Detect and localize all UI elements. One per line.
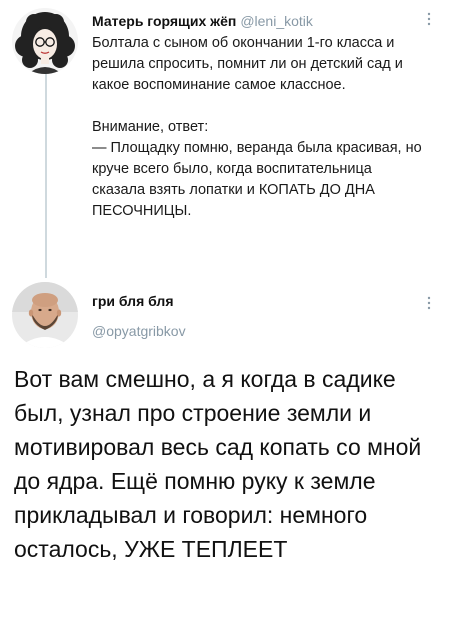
more-options-icon[interactable] xyxy=(426,12,432,26)
avatar[interactable] xyxy=(12,8,78,74)
illustrated-woman-avatar-icon xyxy=(12,8,78,74)
tweet-paragraph: Вот вам смешно, а я когда в садике был, … xyxy=(14,366,422,562)
tweet-text: Вот вам смешно, а я когда в садике был, … xyxy=(14,362,442,566)
tweet-paragraph: Болтала с сыном об окончании 1-го класса… xyxy=(92,35,403,93)
author-name[interactable]: гри бля бля xyxy=(92,292,174,310)
tweet-paragraph: — Площадку помню, веранда была красивая,… xyxy=(92,140,422,219)
tweet-text: Болтала с сыном об окончании 1-го класса… xyxy=(92,33,422,222)
tweet-header: Матерь горящих жёп @leni_kotik xyxy=(92,12,313,30)
thread-connector-line xyxy=(45,72,47,278)
user-photo-avatar-icon xyxy=(12,282,78,348)
author-handle[interactable]: @opyatgribkov xyxy=(92,322,186,340)
more-options-icon[interactable] xyxy=(426,296,432,310)
author-name[interactable]: Матерь горящих жёп xyxy=(92,13,236,29)
avatar[interactable] xyxy=(12,282,78,348)
tweet-paragraph: Внимание, ответ: xyxy=(92,119,209,135)
author-handle[interactable]: @leni_kotik xyxy=(240,13,313,29)
